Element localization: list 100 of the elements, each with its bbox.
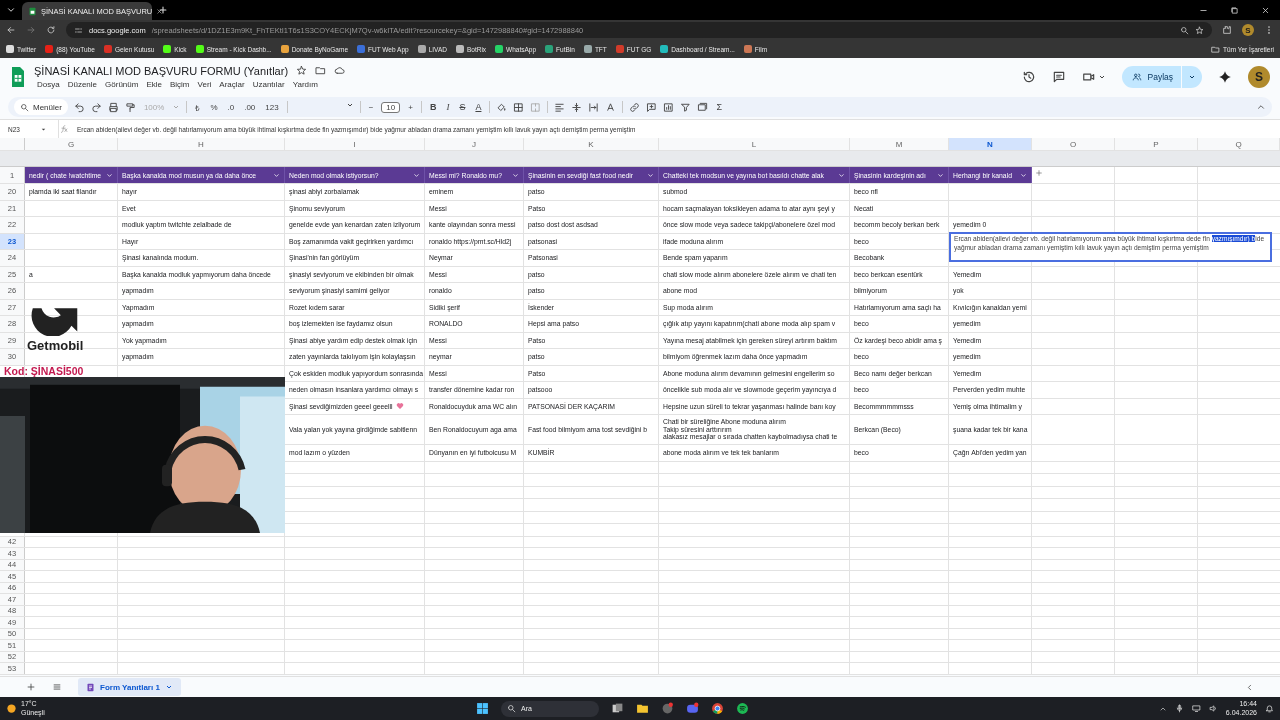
font-size-field[interactable]: 10 xyxy=(381,101,401,113)
strikethrough-button[interactable]: S xyxy=(457,102,468,112)
align-icon[interactable] xyxy=(554,101,566,113)
sparkle-icon[interactable] xyxy=(1218,69,1232,84)
menu-item[interactable]: Düzenle xyxy=(64,79,101,89)
dropdown-caret-icon[interactable] xyxy=(512,171,519,179)
menu-item[interactable]: Ekle xyxy=(143,79,165,89)
dropdown-caret-icon[interactable] xyxy=(838,171,845,179)
table-views-icon[interactable] xyxy=(697,101,709,113)
microphone-icon[interactable] xyxy=(1174,704,1184,713)
chart-icon[interactable] xyxy=(663,101,675,113)
dropdown-caret-icon[interactable] xyxy=(647,171,654,179)
document-title[interactable]: ŞİNASİ KANALI MOD BAŞVURU FORMU (Yanıtlar) xyxy=(34,64,289,77)
decrease-font-button[interactable]: − xyxy=(366,102,376,112)
sheets-icon[interactable] xyxy=(28,6,37,16)
profile-avatar[interactable]: S xyxy=(1242,24,1254,36)
discord-icon[interactable] xyxy=(686,702,699,715)
people-icon[interactable] xyxy=(1132,71,1143,82)
form-icon[interactable] xyxy=(86,682,95,692)
dropdown-caret-icon[interactable] xyxy=(1020,171,1027,179)
functions-button[interactable]: Σ xyxy=(714,102,724,112)
filter-icon[interactable] xyxy=(680,101,692,113)
menu-item[interactable]: Araçlar xyxy=(216,79,248,89)
volume-icon[interactable] xyxy=(1208,704,1218,713)
favicon-icon xyxy=(417,45,426,53)
insert-comment-icon[interactable] xyxy=(646,101,658,113)
italic-button[interactable]: I xyxy=(444,102,452,112)
increase-decimal-button[interactable]: .00 xyxy=(242,102,258,112)
network-icon[interactable] xyxy=(1191,704,1201,713)
borders-icon[interactable] xyxy=(513,101,525,113)
profile-avatar[interactable]: S xyxy=(1248,65,1270,88)
link-icon[interactable] xyxy=(629,101,641,113)
text-color-button[interactable]: A xyxy=(473,102,484,112)
menu-item[interactable]: Uzantılar xyxy=(249,79,288,89)
favicon-icon xyxy=(615,45,624,53)
restore-icon[interactable] xyxy=(1230,5,1239,15)
text-wrap-icon[interactable] xyxy=(588,101,600,113)
collapse-icon[interactable] xyxy=(1256,102,1266,112)
comment-icon[interactable] xyxy=(1052,69,1067,84)
share-button[interactable]: Paylaş xyxy=(1122,65,1202,88)
favicon-icon xyxy=(495,45,504,53)
tab-list-icon[interactable] xyxy=(6,5,16,15)
decrease-decimal-button[interactable]: .0 xyxy=(225,102,237,112)
undo-icon[interactable] xyxy=(73,101,85,113)
favicon-icon xyxy=(357,45,366,53)
menu-item[interactable]: Biçim xyxy=(166,79,193,89)
folder-icon[interactable] xyxy=(1211,44,1221,54)
site-info-icon[interactable] xyxy=(74,25,83,35)
menu-search-field[interactable]: Menüler xyxy=(14,99,68,115)
dropdown-caret-icon[interactable] xyxy=(413,171,420,179)
menu-item[interactable]: Dosya xyxy=(34,79,63,89)
extensions-icon[interactable] xyxy=(1222,25,1232,35)
search-icon xyxy=(507,704,516,713)
increase-font-button[interactable]: + xyxy=(406,102,415,112)
history-icon[interactable] xyxy=(1022,69,1037,84)
sun-icon xyxy=(6,703,17,714)
sheets-logo-icon[interactable] xyxy=(10,65,26,88)
sheet-tab[interactable]: Form Yanıtları 1 xyxy=(78,678,181,696)
paint-format-icon[interactable] xyxy=(124,101,136,113)
dropdown-caret-icon[interactable] xyxy=(937,171,944,179)
favicon-icon xyxy=(660,45,669,53)
windows-start-icon[interactable] xyxy=(476,702,489,715)
dropdown-caret-icon[interactable] xyxy=(164,683,173,691)
folder-icon[interactable] xyxy=(315,65,327,76)
text-rotation-icon[interactable] xyxy=(605,101,617,113)
chrome-icon[interactable] xyxy=(711,702,724,715)
close-icon[interactable] xyxy=(156,7,164,15)
globe-icon[interactable] xyxy=(661,702,674,715)
spotify-icon[interactable] xyxy=(736,702,749,715)
vertical-align-icon[interactable] xyxy=(571,101,583,113)
currency-button[interactable]: ₺ xyxy=(193,101,203,113)
redo-icon[interactable] xyxy=(90,101,102,113)
column-header[interactable]: N xyxy=(949,138,1032,150)
favicon-icon xyxy=(743,45,752,53)
dropdown-caret-icon[interactable] xyxy=(106,171,113,179)
folder-icon[interactable] xyxy=(636,702,649,715)
cloud-icon[interactable] xyxy=(334,65,346,76)
dropdown-caret-icon[interactable] xyxy=(273,171,280,179)
reload-icon[interactable] xyxy=(46,25,56,35)
bold-button[interactable]: B xyxy=(427,102,439,112)
print-icon[interactable] xyxy=(107,101,119,113)
zoom-icon[interactable] xyxy=(1180,25,1189,35)
favicon-icon xyxy=(280,45,289,53)
star-icon[interactable] xyxy=(296,65,308,76)
close-icon[interactable] xyxy=(1261,5,1270,15)
task-view-icon[interactable] xyxy=(611,702,624,715)
menu-item[interactable]: Yardım xyxy=(289,79,321,89)
menu-item[interactable]: Veri xyxy=(194,79,215,89)
notification-icon[interactable] xyxy=(1265,704,1274,713)
menu-item[interactable]: Görünüm xyxy=(102,79,142,89)
add-sheet-icon[interactable] xyxy=(26,682,36,692)
dropdown-caret-icon[interactable] xyxy=(345,101,354,109)
percent-button[interactable]: % xyxy=(208,102,220,112)
fill-color-icon[interactable] xyxy=(496,101,508,113)
merge-cells-icon[interactable] xyxy=(530,101,542,113)
number-format-button[interactable]: 123 xyxy=(263,102,281,112)
back-icon[interactable] xyxy=(6,25,16,35)
new-tab-icon[interactable] xyxy=(158,5,168,15)
search-icon xyxy=(20,102,29,112)
favicon-icon xyxy=(545,45,554,53)
